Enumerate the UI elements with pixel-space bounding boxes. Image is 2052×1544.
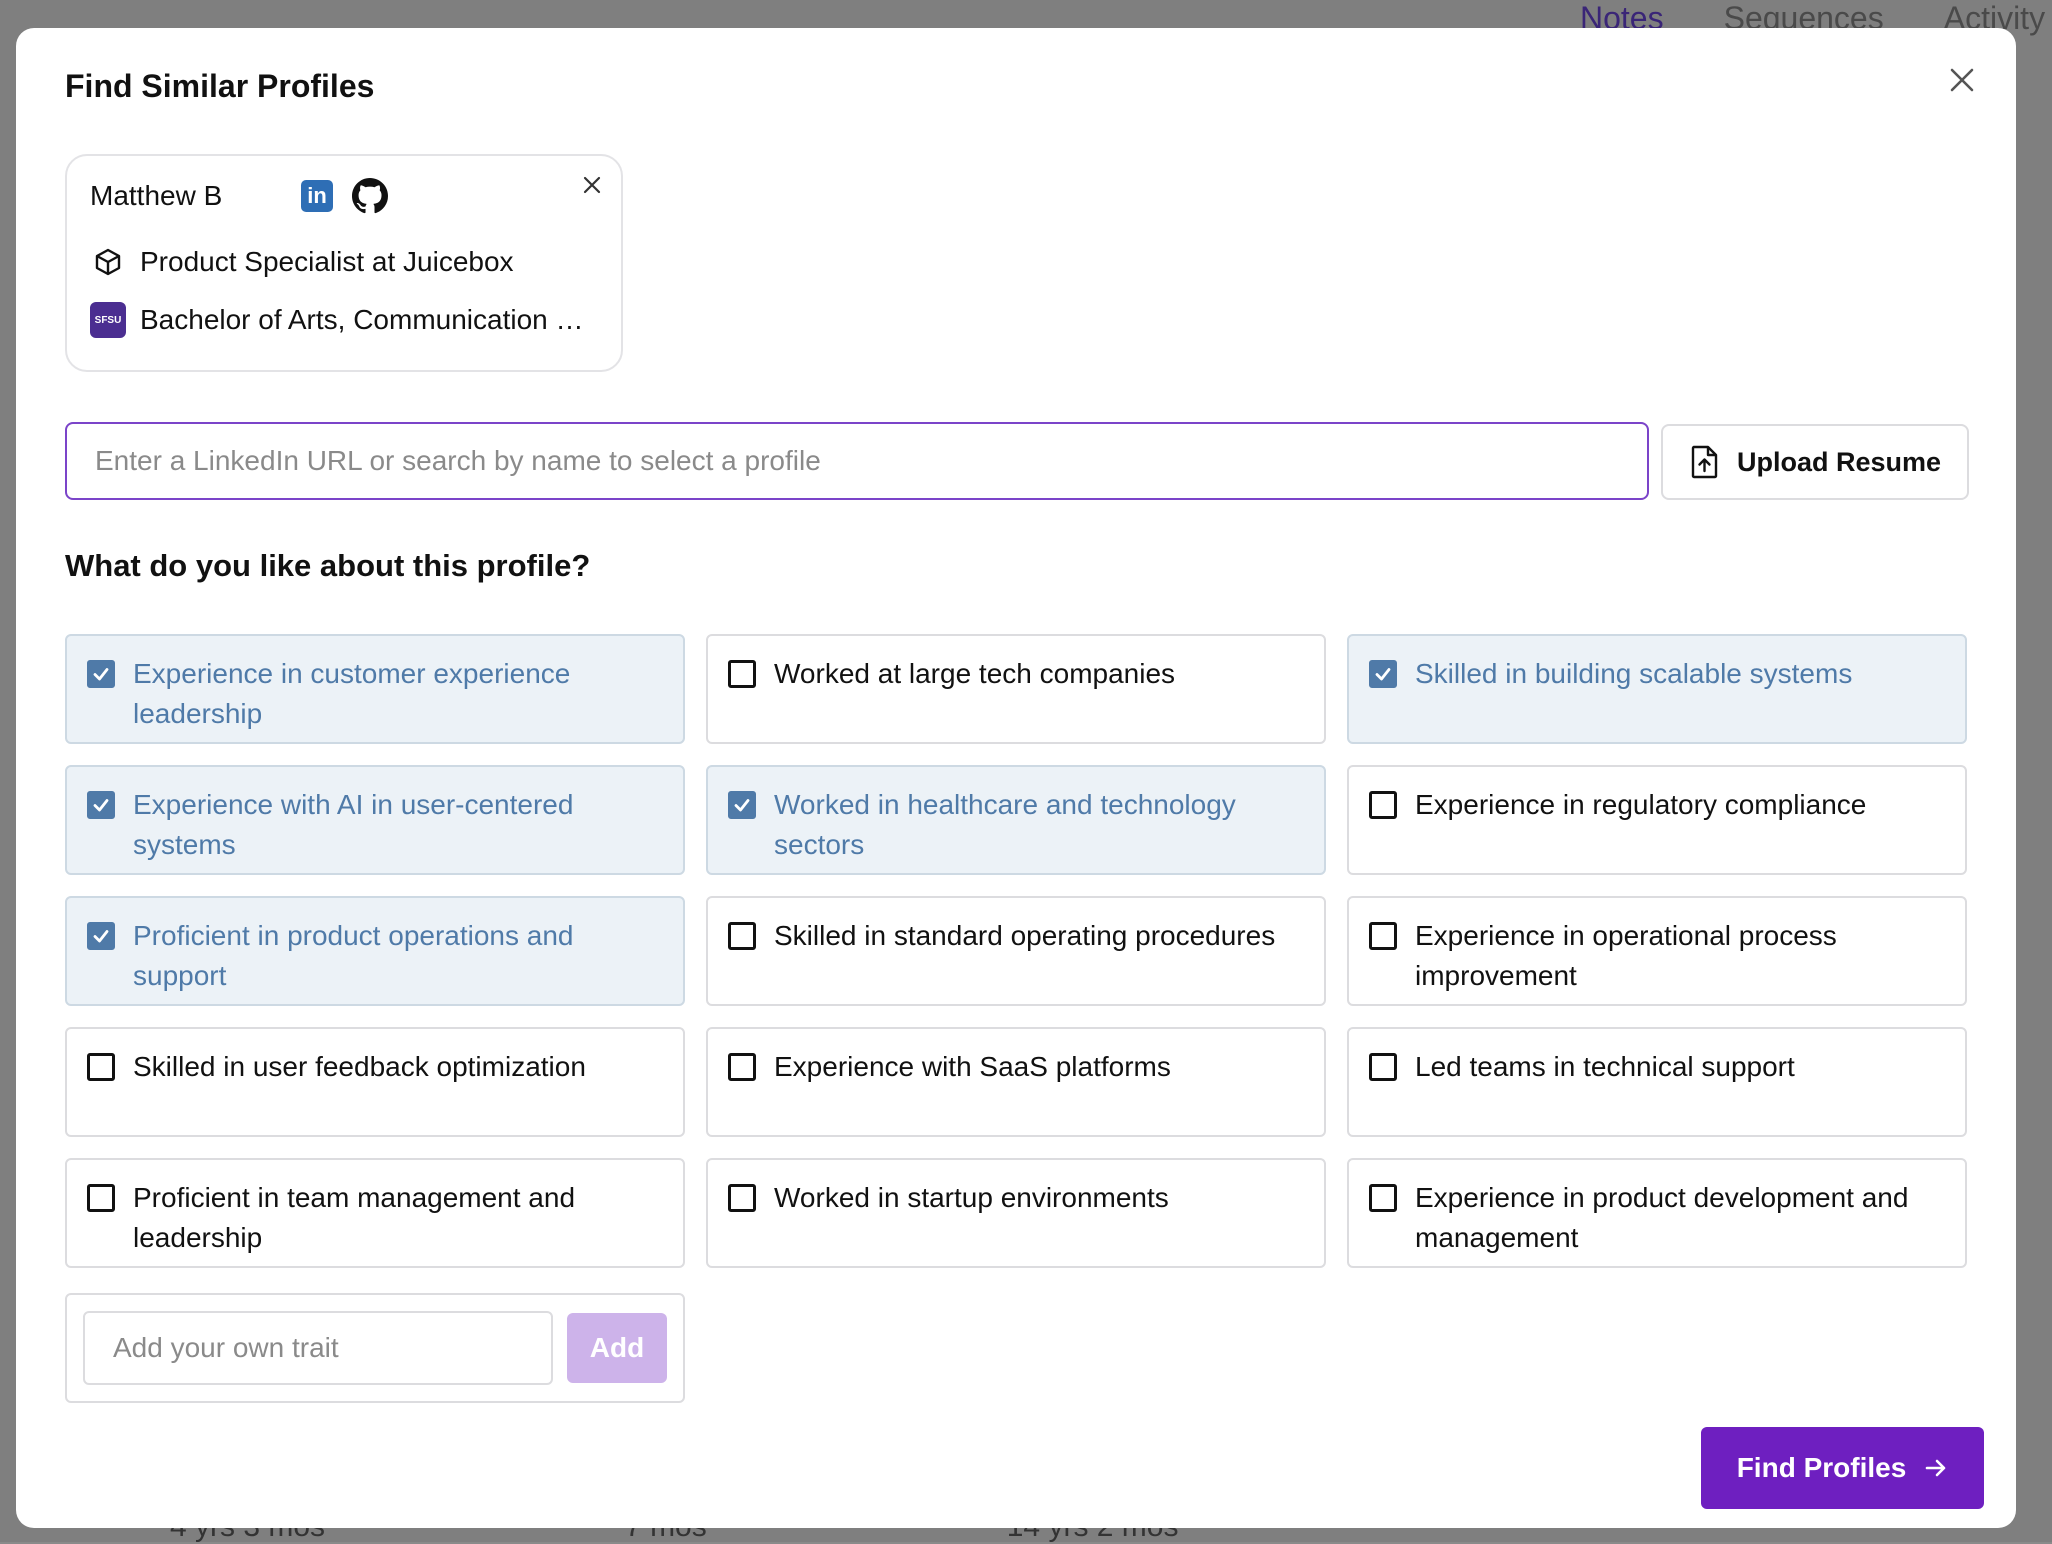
trait-option[interactable]: Worked in startup environments bbox=[706, 1158, 1326, 1268]
traits-grid: Experience in customer experience leader… bbox=[65, 634, 1969, 1268]
find-profiles-button[interactable]: Find Profiles bbox=[1701, 1427, 1984, 1509]
trait-label: Skilled in building scalable systems bbox=[1415, 658, 1853, 689]
selected-profile-card: Matthew B in Product Specialist at Juice… bbox=[65, 154, 623, 372]
checkmark-icon bbox=[93, 930, 109, 943]
checkbox[interactable] bbox=[87, 1184, 115, 1212]
company-cube-icon bbox=[90, 244, 126, 280]
profile-job-row: Product Specialist at Juicebox bbox=[90, 244, 514, 280]
background-tab-sequences: Sequences bbox=[1723, 0, 1884, 36]
custom-trait-box: Add bbox=[65, 1293, 685, 1403]
checkbox[interactable] bbox=[87, 1053, 115, 1081]
background-tabs: Notes Sequences Activity bbox=[1580, 0, 2046, 36]
github-icon[interactable] bbox=[352, 178, 388, 214]
trait-option[interactable]: Skilled in user feedback optimization bbox=[65, 1027, 685, 1137]
checkmark-icon bbox=[1375, 668, 1391, 681]
trait-label: Proficient in team management and leader… bbox=[133, 1182, 576, 1253]
profile-job-text: Product Specialist at Juicebox bbox=[140, 246, 514, 277]
trait-label: Experience in operational process improv… bbox=[1415, 920, 1837, 991]
upload-resume-label: Upload Resume bbox=[1736, 446, 1942, 477]
arrow-right-icon bbox=[1925, 1459, 1946, 1477]
close-icon bbox=[1950, 68, 1974, 92]
trait-label: Skilled in standard operating procedures bbox=[774, 920, 1276, 951]
checkbox[interactable] bbox=[1369, 791, 1397, 819]
remove-profile-button[interactable] bbox=[577, 170, 607, 200]
traits-heading: What do you like about this profile? bbox=[65, 548, 591, 583]
trait-option[interactable]: Led teams in technical support bbox=[1347, 1027, 1967, 1137]
file-upload-icon bbox=[1691, 445, 1718, 479]
checkmark-icon bbox=[93, 799, 109, 812]
profile-search-input[interactable] bbox=[65, 422, 1649, 500]
trait-option[interactable]: Proficient in product operations and sup… bbox=[65, 896, 685, 1006]
custom-trait-input[interactable] bbox=[83, 1311, 553, 1385]
modal-title: Find Similar Profiles bbox=[65, 68, 375, 104]
trait-label: Experience with AI in user-centered syst… bbox=[133, 789, 574, 860]
checkbox[interactable] bbox=[87, 922, 115, 950]
trait-option[interactable]: Worked at large tech companies bbox=[706, 634, 1326, 744]
trait-label: Worked in healthcare and technology sect… bbox=[774, 789, 1236, 860]
background-tab-notes: Notes bbox=[1580, 0, 1664, 36]
trait-label: Experience in regulatory compliance bbox=[1415, 789, 1867, 820]
trait-option[interactable]: Skilled in standard operating procedures bbox=[706, 896, 1326, 1006]
background-tab-activity: Activity bbox=[1943, 0, 2046, 36]
checkmark-icon bbox=[734, 799, 750, 812]
trait-option[interactable]: Experience with SaaS platforms bbox=[706, 1027, 1326, 1137]
profile-name: Matthew B bbox=[90, 180, 223, 211]
trait-option[interactable]: Worked in healthcare and technology sect… bbox=[706, 765, 1326, 875]
close-modal-button[interactable] bbox=[1940, 58, 1984, 102]
find-profiles-label: Find Profiles bbox=[1736, 1452, 1907, 1483]
trait-label: Experience in product development and ma… bbox=[1415, 1182, 1909, 1253]
checkbox[interactable] bbox=[728, 922, 756, 950]
checkbox[interactable] bbox=[728, 791, 756, 819]
trait-label: Experience with SaaS platforms bbox=[774, 1051, 1171, 1082]
profile-education-row: SFSU Bachelor of Arts, Communication at … bbox=[90, 302, 584, 338]
checkbox[interactable] bbox=[728, 1184, 756, 1212]
checkbox[interactable] bbox=[1369, 1184, 1397, 1212]
trait-option[interactable]: Proficient in team management and leader… bbox=[65, 1158, 685, 1268]
add-trait-button[interactable]: Add bbox=[567, 1313, 667, 1383]
trait-option[interactable]: Experience in regulatory compliance bbox=[1347, 765, 1967, 875]
trait-label: Worked in startup environments bbox=[774, 1182, 1169, 1213]
trait-label: Worked at large tech companies bbox=[774, 658, 1176, 689]
checkbox[interactable] bbox=[728, 1053, 756, 1081]
trait-option[interactable]: Experience with AI in user-centered syst… bbox=[65, 765, 685, 875]
close-icon bbox=[583, 176, 601, 194]
trait-label: Experience in customer experience leader… bbox=[133, 658, 571, 729]
checkbox[interactable] bbox=[1369, 922, 1397, 950]
trait-label: Skilled in user feedback optimization bbox=[133, 1051, 586, 1082]
trait-label: Proficient in product operations and sup… bbox=[133, 920, 574, 991]
checkbox[interactable] bbox=[728, 660, 756, 688]
checkbox[interactable] bbox=[87, 660, 115, 688]
linkedin-icon[interactable]: in bbox=[301, 180, 333, 212]
checkbox[interactable] bbox=[1369, 1053, 1397, 1081]
trait-label: Led teams in technical support bbox=[1415, 1051, 1795, 1082]
trait-option[interactable]: Experience in customer experience leader… bbox=[65, 634, 685, 744]
trait-option[interactable]: Experience in operational process improv… bbox=[1347, 896, 1967, 1006]
find-similar-profiles-modal: Find Similar Profiles Matthew B in Produ… bbox=[16, 28, 2016, 1528]
checkbox[interactable] bbox=[87, 791, 115, 819]
upload-resume-button[interactable]: Upload Resume bbox=[1661, 424, 1969, 500]
school-logo-icon: SFSU bbox=[90, 302, 126, 338]
trait-option[interactable]: Experience in product development and ma… bbox=[1347, 1158, 1967, 1268]
trait-option[interactable]: Skilled in building scalable systems bbox=[1347, 634, 1967, 744]
checkbox[interactable] bbox=[1369, 660, 1397, 688]
checkmark-icon bbox=[93, 668, 109, 681]
profile-education-text: Bachelor of Arts, Communication at San F… bbox=[140, 304, 584, 335]
